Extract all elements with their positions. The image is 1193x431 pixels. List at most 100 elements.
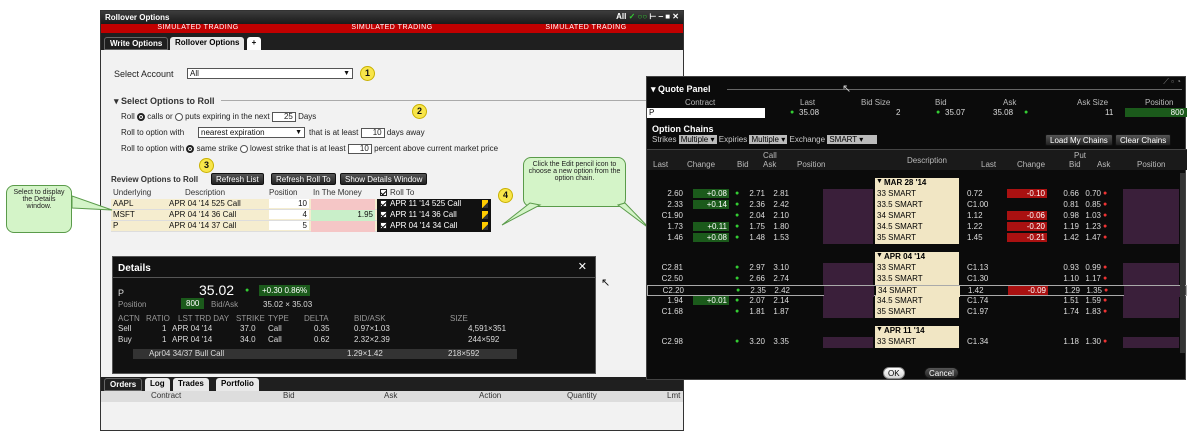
details-leg-row: Buy 1 APR 04 '14 34.0 Call 0.62 2.32×2.39 244×5…: [118, 335, 590, 346]
show-details-button[interactable]: Show Details Window: [340, 173, 428, 185]
refresh-roll-to-button[interactable]: Refresh Roll To: [271, 173, 336, 185]
call-ask: 2.10: [773, 211, 789, 220]
table-row[interactable]: P APR 04 '14 37 Call 5 APR 04 '14 34 Call: [111, 221, 491, 232]
chain-row[interactable]: 1.73 +0.11 ● 1.75 1.80 34.5 SMART 1.22 -0.20 1.1…: [647, 222, 1187, 233]
chain-row[interactable]: 2.33 +0.14 ● 2.36 2.42 33.5 SMART C1.00 0.81 0.8…: [647, 200, 1187, 211]
call-position: [823, 296, 873, 307]
chain-row[interactable]: 1.94 +0.01 ● 2.07 2.14 34.5 SMART C1.74 1.51 1.5…: [647, 296, 1187, 307]
cell-position: 5: [269, 221, 309, 230]
roll-checkbox[interactable]: [380, 211, 387, 219]
chain-description: 33 SMART: [875, 263, 959, 274]
expiries-select[interactable]: Multiple ▾: [749, 135, 788, 144]
window-controls[interactable]: All ✓ ○○ ⊢ ‒ ■ ✕: [616, 12, 679, 21]
call-last: C2.50: [661, 274, 683, 283]
days-label: Days: [298, 112, 317, 122]
tab-trades[interactable]: Trades: [173, 378, 209, 391]
ok-button[interactable]: OK: [883, 367, 905, 379]
tab-log[interactable]: Log: [145, 378, 170, 391]
exchange-select[interactable]: SMART ▾: [827, 135, 878, 144]
expiry-row[interactable]: APR 11 '14 ▼: [647, 326, 1187, 337]
chain-row[interactable]: C2.50 ● 2.66 2.74 33.5 SMART C1.30 1.10 1.17 ●: [647, 274, 1187, 285]
details-leg-t: Call: [268, 335, 282, 344]
expiring-label: expiring in the next: [202, 112, 270, 122]
step-marker-1: 1: [360, 66, 375, 81]
callout-pointer-left: [72, 195, 113, 211]
call-ask: 2.42: [773, 200, 789, 209]
col-description: Description: [185, 188, 226, 197]
step-marker-3: 3: [199, 158, 214, 173]
quote-row[interactable]: P ● 35.08 2 ● 35.07 35.08 ● 11 800: [647, 108, 1187, 118]
lowest-strike-radio[interactable]: [239, 145, 248, 153]
tab-orders[interactable]: Orders: [104, 378, 143, 391]
cell-roll-to[interactable]: APR 11 '14 525 Call: [377, 199, 491, 210]
refresh-list-button[interactable]: Refresh List: [211, 173, 264, 185]
details-leg-d: 0.35: [314, 324, 330, 333]
puts-radio[interactable]: [174, 113, 183, 121]
up-dot-icon: ●: [790, 109, 795, 116]
quote-col-header: Contract: [685, 98, 716, 107]
tab-add[interactable]: +: [247, 37, 261, 50]
close-icon[interactable]: ✕: [578, 260, 587, 273]
expiration-select[interactable]: nearest expiration ▼: [198, 127, 305, 138]
put-ask: 1.83: [1085, 307, 1101, 316]
call-bid: 1.81: [749, 307, 765, 316]
select-all-checkbox[interactable]: [380, 189, 387, 197]
days-input[interactable]: 25: [271, 112, 296, 122]
account-select[interactable]: All ▼: [187, 68, 353, 79]
days-away-input[interactable]: 10: [360, 128, 385, 138]
scrollbar[interactable]: [1180, 173, 1185, 353]
put-col-header: Last: [981, 160, 997, 169]
strikes-select[interactable]: Multiple ▾: [678, 135, 717, 144]
percent-input[interactable]: 10: [347, 144, 372, 154]
load-my-chains-button[interactable]: Load My Chains: [1045, 134, 1113, 146]
tab-portfolio[interactable]: Portfolio: [216, 378, 259, 391]
tab-rollover-options[interactable]: Rollover Options: [170, 37, 245, 50]
chain-row[interactable]: C2.98 ● 3.20 3.35 33 SMART C1.34 1.18 1.30 ●: [647, 337, 1187, 348]
tab-write-options[interactable]: Write Options: [104, 37, 169, 50]
chain-header: Call Description Put Last Change Bid Ask Pos…: [647, 149, 1187, 170]
table-row[interactable]: AAPL APR 04 '14 525 Call 10 APR 11 '14 525 …: [111, 199, 491, 210]
window-title-bar: Rollover Options All ✓ ○○ ⊢ ‒ ■ ✕: [101, 11, 683, 24]
same-strike-radio[interactable]: [186, 145, 195, 153]
cell-roll-to[interactable]: APR 11 '14 36 Call: [377, 210, 491, 221]
edit-pencil-icon[interactable]: [482, 222, 488, 230]
call-ask: 2.74: [773, 274, 789, 283]
details-col-header: RATIO: [146, 314, 170, 323]
chain-row[interactable]: C2.20 ● 2.35 2.42 34 SMART 1.42 -0.09 1.29 1.35 ●: [647, 285, 1187, 297]
clear-chains-button[interactable]: Clear Chains: [1115, 134, 1172, 146]
quote-panel-title-text: Quote Panel: [658, 84, 711, 94]
chain-row[interactable]: 1.46 +0.08 ● 1.48 1.53 35 SMART 1.45 -0.21 1.42 1…: [647, 233, 1187, 244]
roll-checkbox[interactable]: [380, 222, 387, 230]
roll-checkbox[interactable]: [380, 200, 387, 208]
section-header[interactable]: ▾ Select Options to Roll: [114, 96, 215, 107]
chain-row[interactable]: C1.90 ● 2.04 2.10 34 SMART 1.12 -0.06 0.98 1.03 ●: [647, 211, 1187, 222]
cancel-button[interactable]: Cancel: [924, 367, 959, 379]
put-position: [1123, 200, 1179, 211]
call-position: [823, 200, 873, 211]
edit-pencil-icon[interactable]: [482, 200, 488, 208]
orders-col-contract: Contract: [151, 391, 182, 400]
cell-roll-to[interactable]: APR 04 '14 34 Call: [377, 221, 491, 232]
chain-description: 34.5 SMART: [875, 222, 959, 233]
put-bid: 1.74: [1063, 307, 1079, 316]
down-dot-icon: ●: [1103, 308, 1108, 315]
chain-row[interactable]: 2.60 +0.08 ● 2.71 2.81 33 SMART 0.72 -0.10 0.66 0…: [647, 189, 1187, 200]
roll-to-value: APR 11 '14 525 Call: [390, 199, 462, 208]
chain-row[interactable]: C1.68 ● 1.81 1.87 35 SMART C1.97 1.74 1.83 ●: [647, 307, 1187, 318]
chain-body: MAR 28 '14 ▼ 2.60 +0.08 ● 2.71 2.81 33 SMART 0.7…: [647, 170, 1187, 360]
strikes-value: Multiple: [680, 135, 709, 144]
that-label: that is at least: [309, 128, 359, 138]
call-ask: 1.87: [773, 307, 789, 316]
put-bid: 0.66: [1063, 189, 1079, 198]
quote-col-header: Last: [800, 98, 816, 107]
details-leg-ba: 2.32×2.39: [354, 335, 390, 344]
expiry-row[interactable]: APR 04 '14 ▼: [647, 252, 1187, 263]
calls-radio[interactable]: [137, 113, 146, 121]
details-symbol: P: [118, 288, 125, 298]
chain-row[interactable]: C2.81 ● 2.97 3.10 33 SMART C1.13 0.93 0.99 ●: [647, 263, 1187, 274]
edit-pencil-icon[interactable]: [482, 211, 488, 219]
window-controls[interactable]: ⟋ ▫ ◔: [1163, 77, 1181, 87]
table-row[interactable]: MSFT APR 04 '14 36 Call 4 1.95 APR 11 '14 36…: [111, 210, 491, 221]
expiry-row[interactable]: MAR 28 '14 ▼: [647, 178, 1187, 189]
details-col-header: ACTN: [118, 314, 140, 323]
